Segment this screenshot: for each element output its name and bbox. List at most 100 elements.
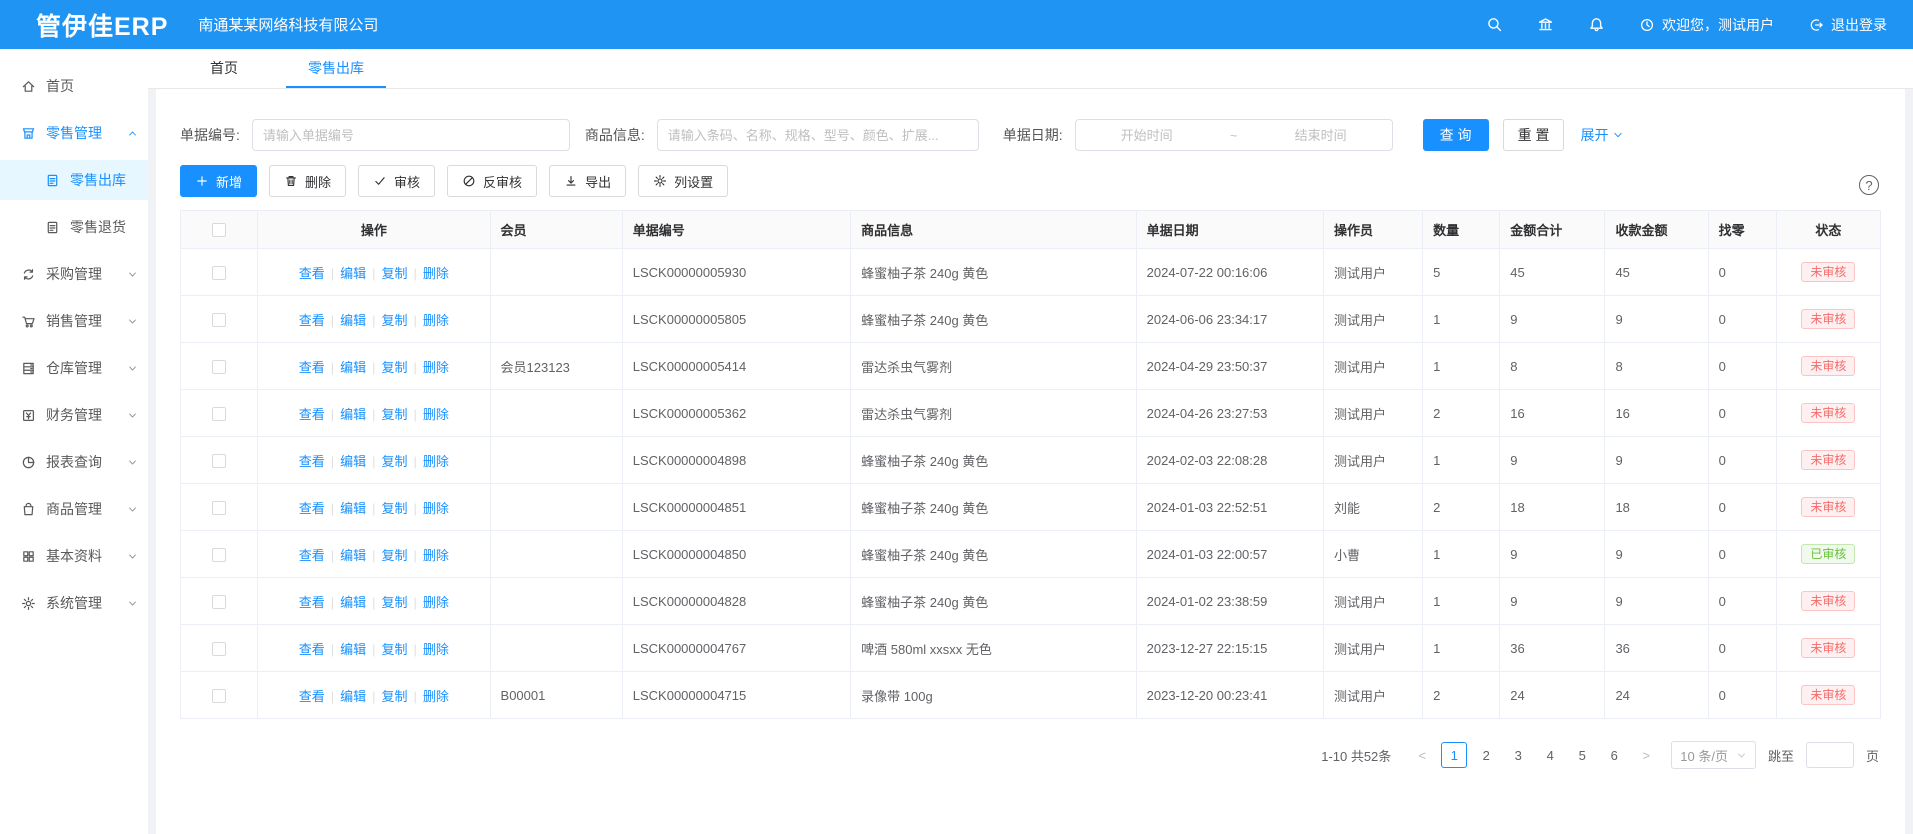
row-checkbox[interactable] [212, 595, 226, 609]
action-edit-link[interactable]: 编辑 [340, 642, 366, 657]
app-logo[interactable]: 管伊佳ERP [0, 7, 168, 43]
action-delete-link[interactable]: 删除 [423, 642, 449, 657]
action-edit-link[interactable]: 编辑 [340, 407, 366, 422]
action-edit-link[interactable]: 编辑 [340, 266, 366, 281]
action-copy-link[interactable]: 复制 [382, 266, 408, 281]
action-copy-link[interactable]: 复制 [382, 501, 408, 516]
row-checkbox[interactable] [212, 313, 226, 327]
reset-button[interactable]: 重 置 [1503, 119, 1565, 151]
search-icon[interactable] [1486, 16, 1503, 33]
action-view-link[interactable]: 查看 [299, 689, 325, 704]
status-badge: 未审核 [1801, 403, 1855, 423]
tab-home[interactable]: 首页 [188, 49, 260, 88]
product-info-input[interactable] [657, 119, 979, 151]
action-delete-link[interactable]: 删除 [423, 595, 449, 610]
logout-button[interactable]: 退出登录 [1808, 15, 1887, 35]
row-checkbox[interactable] [212, 548, 226, 562]
sidebar-item-retail-outbound[interactable]: 零售出库 [0, 160, 148, 200]
action-delete-link[interactable]: 删除 [423, 454, 449, 469]
action-delete-link[interactable]: 删除 [423, 360, 449, 375]
next-page-button[interactable]: > [1633, 742, 1659, 768]
action-edit-link[interactable]: 编辑 [340, 595, 366, 610]
action-view-link[interactable]: 查看 [299, 360, 325, 375]
action-copy-link[interactable]: 复制 [382, 360, 408, 375]
action-copy-link[interactable]: 复制 [382, 689, 408, 704]
sidebar-item-retail[interactable]: 零售管理 [0, 113, 148, 153]
action-copy-link[interactable]: 复制 [382, 407, 408, 422]
delete-button[interactable]: 删除 [269, 165, 346, 197]
date-start-input[interactable] [1084, 128, 1210, 143]
sidebar-item-sales[interactable]: 销售管理 [0, 301, 148, 341]
action-copy-link[interactable]: 复制 [382, 313, 408, 328]
action-separator: | [372, 407, 375, 422]
date-end-input[interactable] [1258, 128, 1384, 143]
row-checkbox[interactable] [212, 689, 226, 703]
action-view-link[interactable]: 查看 [299, 454, 325, 469]
received-cell: 36 [1605, 625, 1708, 672]
page-size-select[interactable]: 10 条/页 [1671, 741, 1756, 769]
page-6[interactable]: 6 [1601, 742, 1627, 768]
select-all-checkbox[interactable] [212, 223, 226, 237]
action-view-link[interactable]: 查看 [299, 501, 325, 516]
bell-icon[interactable] [1588, 16, 1605, 33]
sidebar-item-goods[interactable]: 商品管理 [0, 489, 148, 529]
welcome-user[interactable]: 欢迎您，测试用户 [1639, 15, 1774, 35]
action-view-link[interactable]: 查看 [299, 595, 325, 610]
change-cell: 0 [1708, 296, 1776, 343]
sidebar-item-system[interactable]: 系统管理 [0, 583, 148, 623]
action-edit-link[interactable]: 编辑 [340, 360, 366, 375]
sidebar-item-finance[interactable]: 财务管理 [0, 395, 148, 435]
action-delete-link[interactable]: 删除 [423, 313, 449, 328]
action-edit-link[interactable]: 编辑 [340, 689, 366, 704]
row-checkbox[interactable] [212, 501, 226, 515]
action-edit-link[interactable]: 编辑 [340, 501, 366, 516]
page-1[interactable]: 1 [1441, 742, 1467, 768]
export-button[interactable]: 导出 [549, 165, 626, 197]
date-range-picker[interactable]: ~ [1075, 119, 1393, 151]
jump-page-input[interactable] [1806, 742, 1854, 768]
page-5[interactable]: 5 [1569, 742, 1595, 768]
audit-button[interactable]: 审核 [358, 165, 435, 197]
row-checkbox[interactable] [212, 360, 226, 374]
sidebar-item-basic[interactable]: 基本资料 [0, 536, 148, 576]
query-button[interactable]: 查 询 [1423, 119, 1489, 151]
action-delete-link[interactable]: 删除 [423, 548, 449, 563]
action-delete-link[interactable]: 删除 [423, 407, 449, 422]
row-checkbox[interactable] [212, 454, 226, 468]
action-view-link[interactable]: 查看 [299, 407, 325, 422]
action-view-link[interactable]: 查看 [299, 642, 325, 657]
action-view-link[interactable]: 查看 [299, 548, 325, 563]
page-3[interactable]: 3 [1505, 742, 1531, 768]
unaudit-button[interactable]: 反审核 [447, 165, 537, 197]
bank-icon[interactable] [1537, 16, 1554, 33]
sidebar-item-report[interactable]: 报表查询 [0, 442, 148, 482]
tab-retail-outbound[interactable]: 零售出库 [286, 49, 386, 88]
page-4[interactable]: 4 [1537, 742, 1563, 768]
row-checkbox[interactable] [212, 407, 226, 421]
action-copy-link[interactable]: 复制 [382, 548, 408, 563]
action-delete-link[interactable]: 删除 [423, 689, 449, 704]
expand-link[interactable]: 展开 [1580, 125, 1624, 145]
action-copy-link[interactable]: 复制 [382, 454, 408, 469]
action-delete-link[interactable]: 删除 [423, 266, 449, 281]
action-view-link[interactable]: 查看 [299, 313, 325, 328]
sidebar-item-home[interactable]: 首页 [0, 66, 148, 106]
sidebar-item-purchase[interactable]: 采购管理 [0, 254, 148, 294]
page-2[interactable]: 2 [1473, 742, 1499, 768]
help-icon[interactable]: ? [1859, 175, 1879, 195]
action-edit-link[interactable]: 编辑 [340, 548, 366, 563]
columns-button[interactable]: 列设置 [638, 165, 728, 197]
sidebar-item-warehouse[interactable]: 仓库管理 [0, 348, 148, 388]
sidebar-item-retail-return[interactable]: 零售退货 [0, 207, 148, 247]
action-copy-link[interactable]: 复制 [382, 642, 408, 657]
action-edit-link[interactable]: 编辑 [340, 454, 366, 469]
action-delete-link[interactable]: 删除 [423, 501, 449, 516]
action-edit-link[interactable]: 编辑 [340, 313, 366, 328]
row-checkbox[interactable] [212, 266, 226, 280]
action-view-link[interactable]: 查看 [299, 266, 325, 281]
prev-page-button[interactable]: < [1409, 742, 1435, 768]
order-no-input[interactable] [252, 119, 570, 151]
action-copy-link[interactable]: 复制 [382, 595, 408, 610]
add-button[interactable]: 新增 [180, 165, 257, 197]
row-checkbox[interactable] [212, 642, 226, 656]
